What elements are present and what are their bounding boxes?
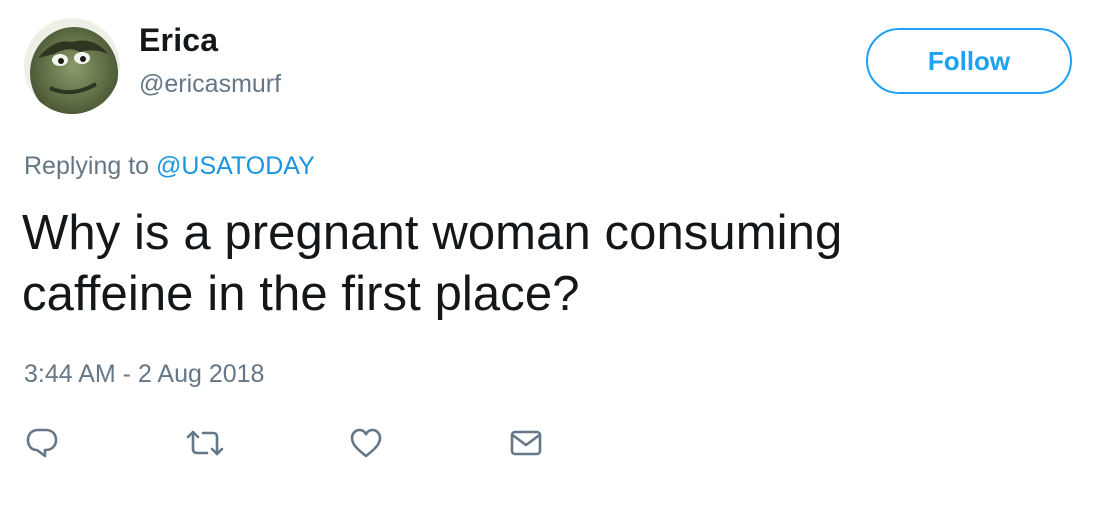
retweet-icon xyxy=(186,430,224,456)
retweet-button[interactable] xyxy=(184,426,226,460)
reply-context: Replying to @USATODAY xyxy=(24,152,315,181)
display-name[interactable]: Erica xyxy=(139,22,218,59)
reply-button[interactable] xyxy=(24,426,60,460)
avatar[interactable] xyxy=(24,18,120,114)
avatar-image xyxy=(24,18,120,114)
direct-message-button[interactable] xyxy=(508,426,544,460)
reply-context-prefix: Replying to xyxy=(24,152,157,180)
like-button[interactable] xyxy=(348,426,384,460)
user-handle[interactable]: @ericasmurf xyxy=(139,70,281,99)
tweet-text: Why is a pregnant woman consuming caffei… xyxy=(22,206,843,321)
heart-icon xyxy=(350,428,382,458)
mention-link[interactable]: @USATODAY xyxy=(156,152,315,180)
tweet-timestamp[interactable]: 3:44 AM - 2 Aug 2018 xyxy=(24,360,264,389)
reply-icon xyxy=(26,428,58,458)
envelope-icon xyxy=(510,430,542,456)
follow-button[interactable]: Follow xyxy=(866,28,1072,94)
